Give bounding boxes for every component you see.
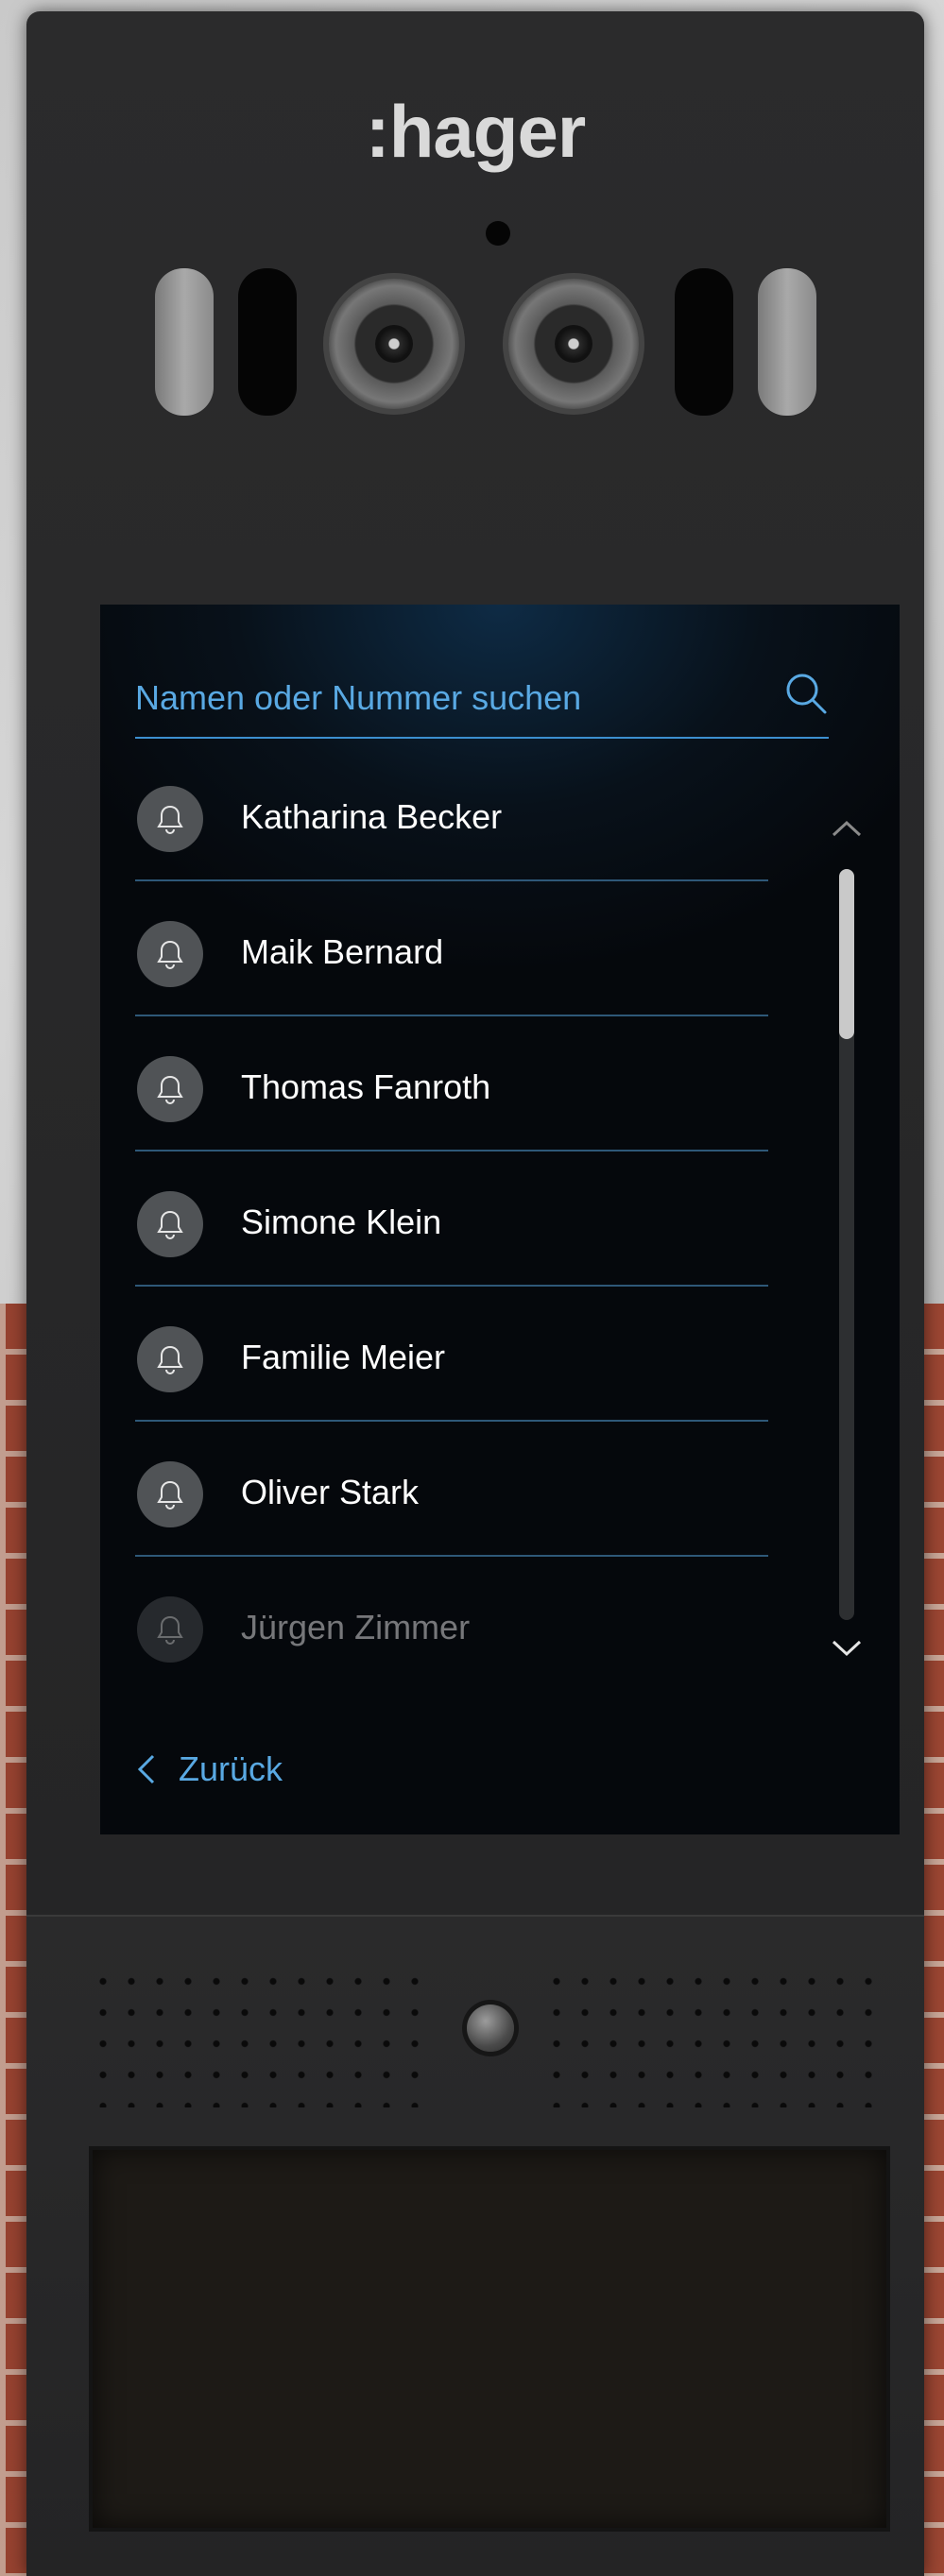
camera-lens-right [503, 273, 644, 415]
chevron-left-icon [137, 1754, 155, 1784]
contact-name: Maik Bernard [241, 932, 444, 971]
speaker-grille-right [542, 1966, 892, 2107]
chevron-down-icon[interactable] [828, 1634, 866, 1663]
scrollbar[interactable] [839, 869, 854, 1620]
name-plate-window [89, 2146, 890, 2532]
bell-icon [137, 1056, 203, 1122]
door-station: :hager Namen oder Nummer suchen Katharin… [26, 11, 924, 2576]
speaker-grille-left [89, 1966, 438, 2107]
hager-logo: :hager [365, 90, 586, 173]
bell-icon [137, 786, 203, 852]
contact-row[interactable]: Jürgen Zimmer [135, 1557, 768, 1692]
sensor-slot-left [238, 268, 297, 416]
contact-name: Thomas Fanroth [241, 1067, 491, 1106]
back-label: Zurück [179, 1749, 283, 1788]
contact-name: Simone Klein [241, 1203, 442, 1241]
contact-row[interactable]: Familie Meier [135, 1287, 768, 1422]
bell-icon [137, 1596, 203, 1663]
back-button[interactable]: Zurück [135, 1746, 283, 1793]
call-button[interactable] [467, 2005, 514, 2052]
contact-name: Katharina Becker [241, 797, 503, 836]
contact-name: Familie Meier [241, 1338, 446, 1376]
led-slot-left [155, 268, 214, 416]
search-bar[interactable]: Namen oder Nummer suchen [135, 671, 829, 739]
speaker-module [26, 1915, 924, 2576]
contact-row[interactable]: Maik Bernard [135, 881, 768, 1016]
led-slot-right [758, 268, 816, 416]
bell-icon [137, 1461, 203, 1527]
sensor-slot-right [675, 268, 733, 416]
chevron-up-icon[interactable] [828, 814, 866, 843]
scrollbar-thumb[interactable] [839, 869, 854, 1039]
contact-name: Jürgen Zimmer [241, 1608, 471, 1646]
search-icon[interactable] [783, 671, 829, 716]
search-input[interactable]: Namen oder Nummer suchen [135, 678, 581, 718]
contact-name: Oliver Stark [241, 1473, 420, 1511]
microphone-hole [486, 221, 510, 246]
bell-icon [137, 1191, 203, 1257]
bell-icon [137, 921, 203, 987]
bell-icon [137, 1326, 203, 1392]
touch-screen: Namen oder Nummer suchen Katharina Becke… [100, 605, 900, 1834]
camera-lens-left [323, 273, 465, 415]
contact-row[interactable]: Oliver Stark [135, 1422, 768, 1557]
contact-row[interactable]: Simone Klein [135, 1152, 768, 1287]
contact-list: Katharina Becker Maik Bernard Thomas Fan… [135, 746, 768, 1692]
contact-row[interactable]: Katharina Becker [135, 746, 768, 881]
contact-row[interactable]: Thomas Fanroth [135, 1016, 768, 1152]
